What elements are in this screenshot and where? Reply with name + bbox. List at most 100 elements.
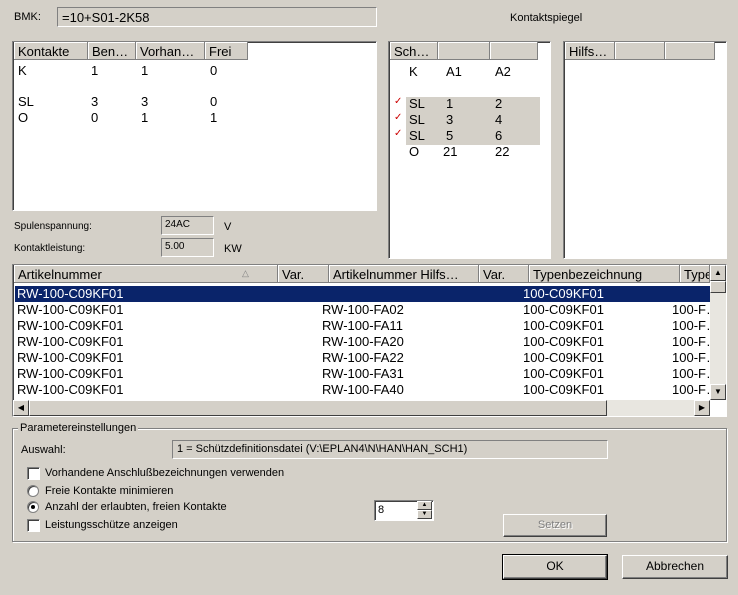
vertical-scrollbar[interactable]: ▲ ▼ (710, 265, 726, 400)
col-hilfs-2[interactable] (615, 42, 665, 60)
col-typen[interactable]: Typen (680, 265, 710, 283)
scroll-down-icon[interactable]: ▼ (710, 384, 726, 400)
table-row[interactable]: RW-100-C09KF01 RW-100-FA20 100-C09KF01 1… (15, 334, 719, 350)
row-artikelnummer-hilfs: RW-100-FA31 (322, 366, 404, 381)
row-artikelnummer-hilfs: RW-100-FA11 (322, 318, 403, 333)
col-hilfs[interactable]: Hilfs… (565, 42, 615, 60)
kontaktspiegel-title: Kontaktspiegel (510, 12, 583, 24)
col-vorhanden[interactable]: Vorhan… (136, 42, 205, 60)
spiegel-cell: 21 (443, 144, 458, 159)
leistung-label: Leistungsschütze anzeigen (45, 519, 178, 531)
col-artikelnummer-hilfs[interactable]: Artikelnummer Hilfs… (329, 265, 479, 283)
spiegel-cell: 6 (495, 128, 503, 143)
contact-cell: SL (18, 94, 34, 109)
leistung-checkbox[interactable] (27, 519, 40, 532)
row-artikelnummer-hilfs: RW-100-FA22 (322, 350, 404, 365)
spiegel-cell: K (409, 64, 418, 79)
spulenspannung-unit: V (224, 221, 232, 233)
anzahl-value[interactable]: 8 (378, 504, 384, 516)
horizontal-scrollbar[interactable]: ◀ ▶ (13, 400, 710, 416)
col-typenbezeichnung[interactable]: Typenbezeichnung (529, 265, 680, 283)
row-artikelnummer: RW-100-C09KF01 (17, 382, 124, 397)
row-typenbezeichnung: 100-C09KF01 (523, 286, 604, 301)
spiegel-cell: A2 (495, 64, 511, 79)
col-kontakte[interactable]: Kontakte (14, 42, 88, 60)
check-icon: ✓ (394, 128, 403, 139)
minimieren-radio[interactable] (27, 485, 39, 497)
kontaktleistung-unit: KW (224, 243, 242, 255)
row-typenbezeichnung: 100-C09KF01 (523, 334, 604, 349)
contact-cell: 1 (141, 63, 149, 78)
setzen-button[interactable]: Setzen (503, 514, 607, 537)
spiegel-cell: 4 (495, 112, 503, 127)
minimieren-label: Freie Kontakte minimieren (45, 485, 174, 497)
anzahl-radio[interactable] (27, 501, 39, 513)
table-row[interactable]: RW-100-C09KF01 100-C09KF01 (15, 286, 710, 302)
col-artikelnummer[interactable]: Artikelnummer △ (14, 265, 278, 283)
row-artikelnummer-hilfs: RW-100-FA02 (322, 302, 404, 317)
kontaktspiegel-table[interactable]: Sch… ✓ ✓ ✓ K A1 A2 SL 1 2 SL 3 4 SL 5 6 … (388, 41, 551, 259)
table-row[interactable]: RW-100-C09KF01 RW-100-FA40 100-C09KF01 1… (15, 382, 719, 398)
auswahl-label: Auswahl: (21, 444, 66, 456)
col-benutzt[interactable]: Ben… (88, 42, 136, 60)
row-typenbezeichnung: 100-C09KF01 (523, 382, 604, 397)
row-artikelnummer: RW-100-C09KF01 (17, 286, 124, 301)
stepper-down-icon[interactable]: ▼ (417, 510, 432, 519)
row-typenbezeichnung: 100-C09KF01 (523, 366, 604, 381)
horizontal-scroll-thumb[interactable] (29, 400, 607, 416)
selection-highlight (406, 97, 540, 145)
row-artikelnummer: RW-100-C09KF01 (17, 366, 124, 381)
col-frei[interactable]: Frei (205, 42, 248, 60)
kontaktleistung-label: Kontaktleistung: (14, 243, 86, 254)
ok-button[interactable]: OK (502, 554, 608, 580)
col-variante[interactable]: Var. (278, 265, 329, 283)
stepper-up-icon[interactable]: ▲ (417, 501, 432, 510)
cancel-button[interactable]: Abbrechen (622, 555, 728, 579)
spiegel-cell: 1 (446, 96, 454, 111)
spiegel-cell: 22 (495, 144, 510, 159)
hilfsschalter-table[interactable]: Hilfs… (563, 41, 727, 259)
scroll-left-icon[interactable]: ◀ (13, 400, 29, 416)
bmk-field[interactable]: =10+S01-2K58 (57, 7, 377, 27)
col-schaltglied[interactable]: Sch… (390, 42, 438, 60)
spiegel-cell: A1 (446, 64, 462, 79)
col-variante-2[interactable]: Var. (479, 265, 529, 283)
spiegel-cell: O (409, 144, 420, 159)
row-artikelnummer: RW-100-C09KF01 (17, 318, 124, 333)
contact-cell: 0 (91, 110, 99, 125)
article-table[interactable]: Artikelnummer △ Var. Artikelnummer Hilfs… (12, 264, 727, 417)
auswahl-field: 1 = Schützdefinitionsdatei (V:\EPLAN4\N\… (172, 440, 608, 459)
row-typenbezeichnung: 100-C09KF01 (523, 318, 604, 333)
spulenspannung-field: 24AC (161, 216, 214, 235)
contact-cell: 1 (210, 110, 218, 125)
col-hilfs-3[interactable] (665, 42, 715, 60)
spiegel-cell: 2 (495, 96, 503, 111)
contact-cell: K (18, 63, 27, 78)
contact-cell: 1 (141, 110, 149, 125)
col-anschluss2[interactable] (490, 42, 538, 60)
bmk-label: BMK: (14, 11, 41, 23)
anschluss-checkbox[interactable] (27, 467, 40, 480)
col-artikelnummer-label: Artikelnummer (18, 267, 102, 282)
table-row[interactable]: RW-100-C09KF01 RW-100-FA02 100-C09KF01 1… (15, 302, 719, 318)
vertical-scroll-thumb[interactable] (710, 281, 726, 293)
row-artikelnummer: RW-100-C09KF01 (17, 302, 124, 317)
col-anschluss1[interactable] (438, 42, 490, 60)
contacts-table[interactable]: Kontakte Ben… Vorhan… Frei K 1 1 0 SL 3 … (12, 41, 377, 211)
scroll-right-icon[interactable]: ▶ (694, 400, 710, 416)
spiegel-cell: 3 (446, 112, 454, 127)
params-group-title: Parametereinstellungen (18, 422, 139, 434)
spiegel-cell: SL (409, 112, 425, 127)
scroll-up-icon[interactable]: ▲ (710, 265, 726, 281)
contact-cell: 3 (141, 94, 149, 109)
spiegel-cell: SL (409, 128, 425, 143)
table-row[interactable]: RW-100-C09KF01 RW-100-FA11 100-C09KF01 1… (15, 318, 719, 334)
row-artikelnummer: RW-100-C09KF01 (17, 334, 124, 349)
table-row[interactable]: RW-100-C09KF01 RW-100-FA22 100-C09KF01 1… (15, 350, 719, 366)
check-icon: ✓ (394, 112, 403, 123)
table-row[interactable]: RW-100-C09KF01 RW-100-FA31 100-C09KF01 1… (15, 366, 719, 382)
anzahl-stepper[interactable]: 8 ▲ ▼ (374, 500, 434, 521)
contact-cell: O (18, 110, 29, 125)
sort-triangle-icon: △ (242, 268, 249, 278)
spulenspannung-label: Spulenspannung: (14, 221, 92, 232)
